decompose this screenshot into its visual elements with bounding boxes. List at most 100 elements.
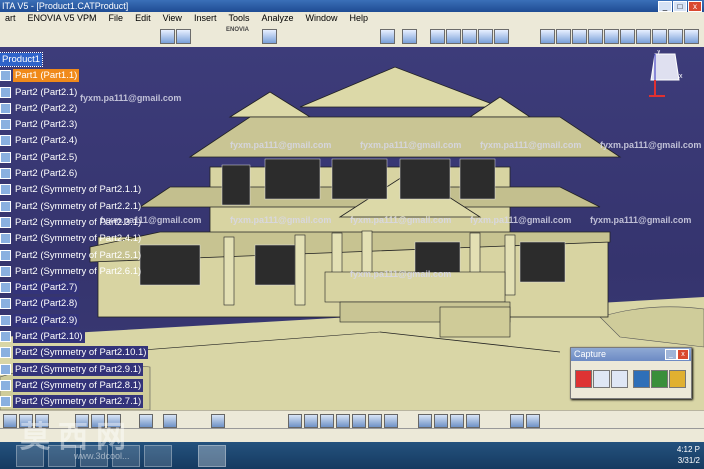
tree-item[interactable]: Part2 (Symmetry of Part2.2.1) xyxy=(0,199,141,215)
system-clock[interactable]: 4:12 P 3/31/2 xyxy=(677,444,700,466)
tree-item-label: Part2 (Part2.5) xyxy=(15,151,78,163)
menu-start[interactable]: art xyxy=(0,12,23,25)
compass-icon[interactable]: x y xyxy=(645,50,685,98)
image-icon[interactable] xyxy=(669,370,686,388)
part-icon xyxy=(0,70,11,82)
menu-enovia[interactable]: ENOVIA V5 VPM xyxy=(23,12,104,25)
record-icon[interactable] xyxy=(575,370,592,388)
tree-item-label: Part2 (Part2.7) xyxy=(13,281,80,295)
menu-view[interactable]: View xyxy=(158,12,189,25)
swap-visible-icon[interactable] xyxy=(466,414,480,428)
tree-item[interactable]: Part2 (Part2.3) xyxy=(0,117,100,133)
normal-view-icon[interactable] xyxy=(384,414,398,428)
zoom-in-icon[interactable] xyxy=(478,29,493,44)
part-icon xyxy=(0,200,11,212)
tree-item[interactable]: Part2 (Symmetry of Part2.10.1) xyxy=(0,345,149,361)
capture-min-button[interactable]: _ xyxy=(665,349,677,360)
rotate-icon[interactable] xyxy=(462,29,477,44)
tree-item[interactable]: Part2 (Symmetry of Part2.4.1) xyxy=(0,231,141,247)
tree-item[interactable]: Part2 (Part2.10) xyxy=(0,329,100,345)
capture-close-button[interactable]: x xyxy=(677,349,689,360)
tree-item[interactable]: Part2 (Symmetry of Part2.8.1) xyxy=(0,378,144,394)
maximize-button[interactable]: □ xyxy=(673,1,687,12)
pan-icon[interactable] xyxy=(446,29,461,44)
zoom-out-icon[interactable] xyxy=(368,414,382,428)
help-icon[interactable] xyxy=(402,29,417,44)
tree-item[interactable]: Part2 (Part2.7) xyxy=(0,280,100,296)
select-icon[interactable] xyxy=(593,370,610,388)
workbench-icon-2[interactable] xyxy=(176,29,191,44)
pan-icon[interactable] xyxy=(320,414,334,428)
formula-icon[interactable] xyxy=(163,414,177,428)
iso-view-icon[interactable] xyxy=(418,414,432,428)
refresh-icon[interactable] xyxy=(262,29,277,44)
menu-insert[interactable]: Insert xyxy=(189,12,224,25)
part-icon xyxy=(0,265,11,277)
top-roof xyxy=(299,66,501,108)
camera-icon[interactable] xyxy=(633,370,650,388)
part-icon xyxy=(0,216,11,228)
tree-item[interactable]: Part2 (Part2.1) xyxy=(0,85,100,101)
email-watermark: fyxm.pa111@gmail.com xyxy=(360,140,462,150)
constraint-icon[interactable] xyxy=(572,29,587,44)
tree-item[interactable]: Part2 (Symmetry of Part2.9.1) xyxy=(0,362,144,378)
window-controls: _ □ x xyxy=(658,1,702,12)
explode-icon[interactable] xyxy=(620,29,635,44)
hide-show-icon[interactable] xyxy=(450,414,464,428)
table-icon[interactable] xyxy=(211,414,225,428)
tree-item[interactable]: Part2 (Part2.4) xyxy=(0,133,100,149)
tree-item[interactable]: Product1 xyxy=(0,52,100,68)
measure-icon[interactable] xyxy=(510,414,524,428)
tree-item[interactable]: Part2 (Symmetry of Part2.5.1) xyxy=(0,248,141,264)
tree-item[interactable]: Part2 (Symmetry of Part2.1.1) xyxy=(0,182,141,198)
fit-all-icon[interactable] xyxy=(430,29,445,44)
close-button[interactable]: x xyxy=(688,1,702,12)
section-icon[interactable] xyxy=(652,29,667,44)
shading-icon[interactable] xyxy=(540,29,555,44)
tree-item-label: Part2 (Part2.4) xyxy=(15,135,78,147)
tree-item-label: Part1 (Part1.1) xyxy=(13,69,80,83)
move-icon[interactable] xyxy=(588,29,603,44)
rotate-icon[interactable] xyxy=(336,414,350,428)
tree-item[interactable]: Part2 (Symmetry of Part2.6.1) xyxy=(0,264,141,280)
menu-edit[interactable]: Edit xyxy=(130,12,158,25)
tree-item[interactable]: Part1 (Part1.1) xyxy=(0,68,100,84)
workbench-icon[interactable] xyxy=(160,29,175,44)
view-icon[interactable] xyxy=(494,29,509,44)
email-watermark: fyxm.pa111@gmail.com xyxy=(590,215,692,225)
shading-icon[interactable] xyxy=(434,414,448,428)
tree-item[interactable]: Part2 (Part2.6) xyxy=(0,166,100,182)
fly-icon[interactable] xyxy=(288,414,302,428)
menu-tools[interactable]: Tools xyxy=(223,12,256,25)
menu-window[interactable]: Window xyxy=(301,12,345,25)
apply-material-icon[interactable] xyxy=(526,414,540,428)
open-icon[interactable] xyxy=(3,414,17,428)
capture-toolbar[interactable]: Capture _ x xyxy=(570,347,692,399)
taskbar-app-catia[interactable] xyxy=(198,445,226,467)
tree-item[interactable]: Part2 (Part2.9) xyxy=(0,313,100,329)
clash-icon[interactable] xyxy=(636,29,651,44)
menu-file[interactable]: File xyxy=(104,12,131,25)
minimize-button[interactable]: _ xyxy=(658,1,672,12)
measure-icon[interactable] xyxy=(668,29,683,44)
zoom-in-icon[interactable] xyxy=(352,414,366,428)
tree-item[interactable]: Part2 (Part2.8) xyxy=(0,296,100,312)
update-icon[interactable] xyxy=(380,29,395,44)
part-icon xyxy=(0,331,11,343)
taskbar-app-chrome[interactable] xyxy=(144,445,172,467)
tree-item[interactable]: Part2 (Part2.5) xyxy=(0,150,100,166)
catalog-icon[interactable] xyxy=(684,29,699,44)
menu-analyze[interactable]: Analyze xyxy=(256,12,300,25)
tree-item[interactable]: Part2 (Part2.2) xyxy=(0,101,100,117)
assembly-icon[interactable] xyxy=(556,29,571,44)
tree-item-label: Part2 (Symmetry of Part2.10.1) xyxy=(13,346,149,360)
help-icon[interactable] xyxy=(139,414,153,428)
tree-item[interactable]: Part2 (Symmetry of Part2.7.1) xyxy=(0,394,144,410)
capture-options-icon[interactable] xyxy=(611,370,628,388)
tree-item[interactable]: Part2 (Symmetry of Part2.3.1) xyxy=(0,215,141,231)
fit-icon[interactable] xyxy=(304,414,318,428)
album-icon[interactable] xyxy=(651,370,668,388)
capture-title-bar[interactable]: Capture _ x xyxy=(571,348,691,361)
menu-help[interactable]: Help xyxy=(345,12,376,25)
snap-icon[interactable] xyxy=(604,29,619,44)
